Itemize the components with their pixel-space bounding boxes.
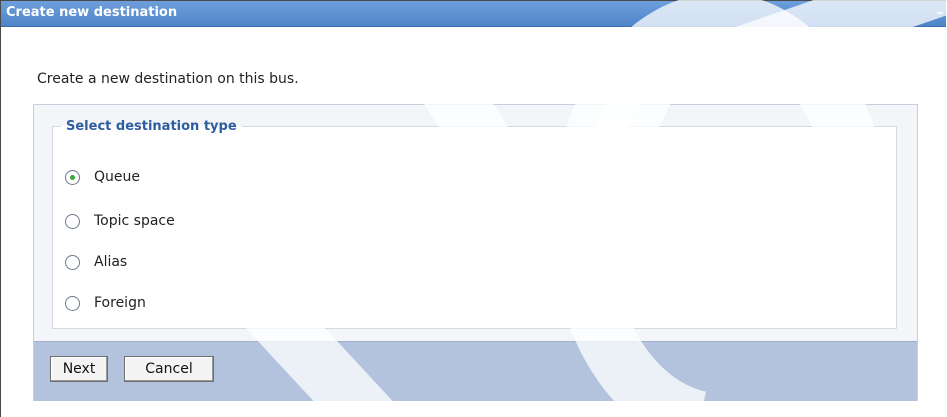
title-bar: Create new destination – <box>1 1 946 27</box>
destination-type-group: Select destination type Queue Topic spac… <box>52 119 897 329</box>
minimize-icon[interactable]: – <box>934 1 946 26</box>
radio-option-foreign[interactable]: Foreign <box>65 293 146 313</box>
form-panel: Select destination type Queue Topic spac… <box>33 104 918 401</box>
radio-unselected-icon[interactable] <box>65 254 80 270</box>
radio-unselected-icon[interactable] <box>65 295 80 311</box>
button-bar: Next Cancel <box>34 341 917 401</box>
radio-option-alias[interactable]: Alias <box>65 252 127 272</box>
window-title: Create new destination <box>6 5 178 20</box>
radio-label-foreign: Foreign <box>94 295 146 311</box>
next-button[interactable]: Next <box>50 356 108 382</box>
create-destination-window: Create new destination – Create a new de… <box>0 0 946 417</box>
radio-label-alias: Alias <box>94 254 128 270</box>
radio-label-topic-space: Topic space <box>94 213 175 229</box>
radio-option-queue[interactable]: Queue <box>65 167 140 187</box>
destination-type-legend: Select destination type <box>66 119 237 134</box>
radio-option-topic-space[interactable]: Topic space <box>65 211 175 231</box>
page-description: Create a new destination on this bus. <box>37 71 299 87</box>
radio-unselected-icon[interactable] <box>65 213 80 229</box>
radio-label-queue: Queue <box>94 169 140 185</box>
cancel-button[interactable]: Cancel <box>124 356 214 382</box>
radio-selected-icon[interactable] <box>65 169 80 185</box>
